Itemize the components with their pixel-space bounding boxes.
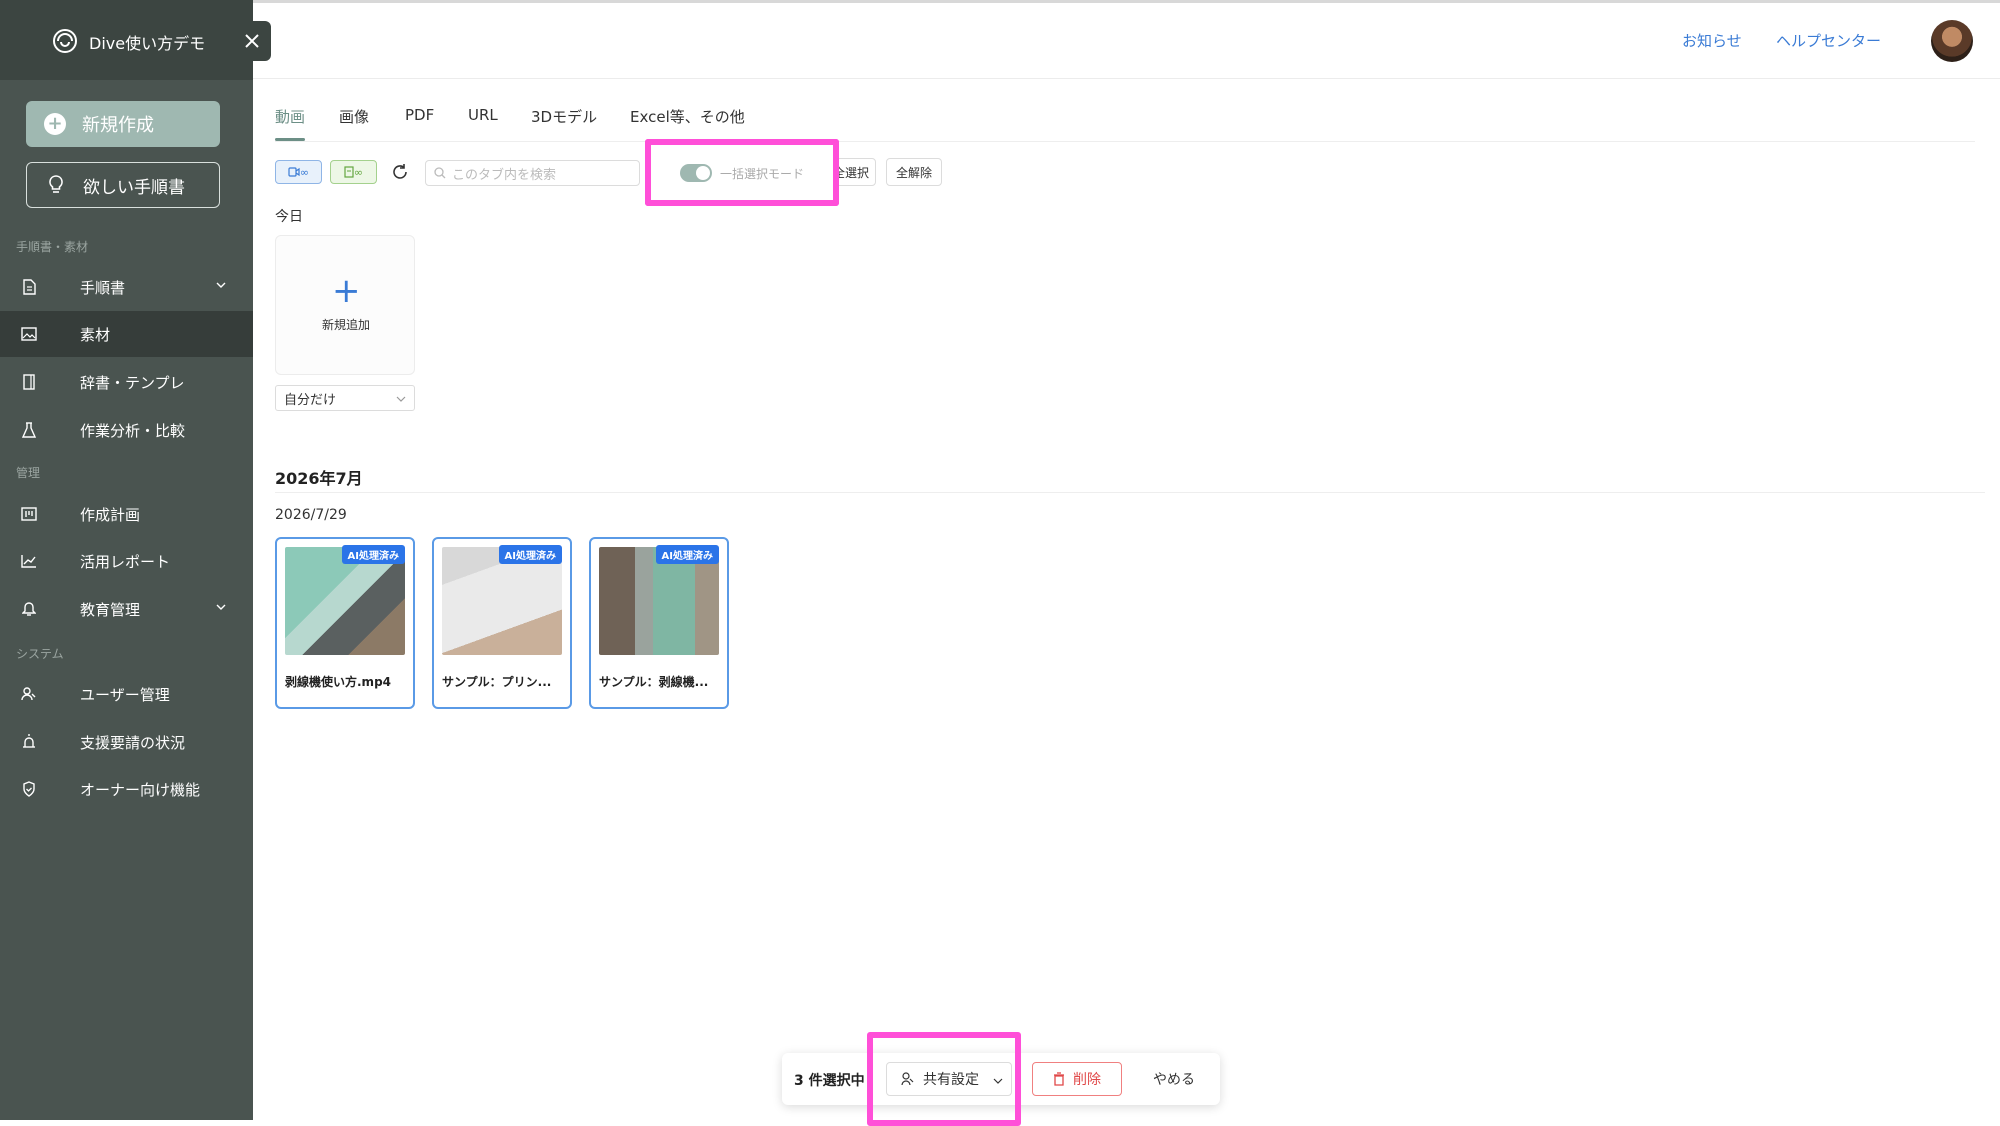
chart-icon <box>20 552 38 570</box>
active-tab-indicator <box>275 138 305 141</box>
ai-processed-badge: AI処理済み <box>655 545 719 564</box>
trash-icon <box>1054 1072 1064 1086</box>
sidebar-item-label: オーナー向け機能 <box>80 780 201 799</box>
section-label-management: 管理 <box>16 466 41 480</box>
sidebar-item-report[interactable]: 活用レポート <box>0 538 253 584</box>
users-icon <box>20 685 38 703</box>
clear-all-button[interactable]: 全解除 <box>886 158 942 186</box>
media-title: サンプル：プリン... <box>442 675 552 689</box>
app-name: Dive使い方デモ <box>89 34 206 53</box>
sidebar: Dive使い方デモ + 新規作成 欲しい手順書 手順書・素材 手順書 素材 辞書… <box>0 0 253 1120</box>
sidebar-item-users[interactable]: ユーザー管理 <box>0 671 253 717</box>
tab-video[interactable]: 動画 <box>275 106 305 127</box>
selected-count: 3 件選択中 <box>794 1073 865 1089</box>
media-title: サンプル：剥線機... <box>599 675 709 689</box>
new-create-button[interactable]: + 新規作成 <box>26 101 220 147</box>
tab-divider <box>275 141 1975 142</box>
delete-button[interactable]: 削除 <box>1032 1062 1122 1096</box>
chevron-down-icon <box>396 396 406 402</box>
highlight-bulk-select-frame <box>645 139 839 206</box>
section-label-system: システム <box>16 647 64 661</box>
ai-processed-badge: AI処理済み <box>498 545 562 564</box>
tab-image[interactable]: 画像 <box>339 106 369 127</box>
media-card[interactable]: AI処理済み サンプル：プリン... <box>432 537 572 709</box>
doc-quota-chip[interactable]: ∞ <box>330 160 377 184</box>
cancel-button[interactable]: やめる <box>1142 1062 1206 1096</box>
alarm-icon <box>20 733 38 751</box>
plus-circle-icon: + <box>44 113 66 135</box>
highlight-share-settings <box>867 1032 1021 1126</box>
document-icon <box>20 278 38 296</box>
notifications-link[interactable]: お知らせ <box>1682 30 1742 51</box>
dive-logo-icon <box>53 29 77 53</box>
tab-pdf[interactable]: PDF <box>405 106 434 124</box>
clear-all-label: 全解除 <box>895 165 932 180</box>
video-quota-value: ∞ <box>299 165 310 179</box>
image-icon <box>20 325 38 343</box>
search-icon <box>434 167 446 179</box>
sidebar-item-support[interactable]: 支援要請の状況 <box>0 719 253 765</box>
search-placeholder: このタブ内を検索 <box>452 167 557 183</box>
chevron-down-icon <box>216 282 226 288</box>
kanban-icon <box>20 505 38 523</box>
date-heading: 2026/7/29 <box>275 507 347 523</box>
sidebar-header: Dive使い方デモ <box>0 0 253 80</box>
tab-url[interactable]: URL <box>468 106 498 124</box>
doc-quota-value: ∞ <box>353 165 364 179</box>
sidebar-item-label: 作成計画 <box>80 505 141 524</box>
wanted-manual-label: 欲しい手順書 <box>83 177 185 198</box>
sidebar-item-label: 手順書 <box>80 278 126 297</box>
month-divider <box>275 492 1985 493</box>
chevron-down-icon <box>216 604 226 610</box>
tab-3d-model[interactable]: 3Dモデル <box>531 106 597 127</box>
sidebar-item-materials[interactable]: 素材 <box>0 311 253 357</box>
sidebar-item-label: 教育管理 <box>80 600 141 619</box>
sidebar-item-plan[interactable]: 作成計画 <box>0 491 253 537</box>
close-icon <box>245 34 259 48</box>
video-quota-chip[interactable]: ∞ <box>275 160 322 184</box>
today-label: 今日 <box>275 209 303 225</box>
cancel-label: やめる <box>1153 1072 1195 1088</box>
close-sidebar-button[interactable] <box>233 21 271 61</box>
add-new-card[interactable]: + 新規追加 <box>275 235 415 375</box>
month-heading: 2026年7月 <box>275 469 363 488</box>
media-tabs: 動画 画像 PDF URL 3Dモデル Excel等、その他 <box>275 104 1975 144</box>
help-center-link[interactable]: ヘルプセンター <box>1776 30 1881 51</box>
sidebar-item-education[interactable]: 教育管理 <box>0 586 253 632</box>
sidebar-item-manuals[interactable]: 手順書 <box>0 264 253 310</box>
sidebar-item-owner[interactable]: オーナー向け機能 <box>0 766 253 812</box>
bell-icon <box>20 600 38 618</box>
media-card[interactable]: AI処理済み サンプル：剥線機... <box>589 537 729 709</box>
tab-excel-other[interactable]: Excel等、その他 <box>630 106 745 127</box>
video-icon <box>288 167 300 177</box>
flask-icon <box>20 421 38 439</box>
new-create-label: 新規作成 <box>82 115 154 136</box>
document-icon <box>344 166 354 178</box>
reload-icon[interactable] <box>390 162 410 182</box>
owner-filter-value: 自分だけ <box>284 392 337 408</box>
sidebar-item-label: 辞書・テンプレ <box>80 373 185 392</box>
sidebar-item-analysis[interactable]: 作業分析・比較 <box>0 407 253 453</box>
sidebar-item-label: 素材 <box>80 325 111 344</box>
avatar[interactable] <box>1931 20 1973 62</box>
lightbulb-icon <box>49 175 63 193</box>
sidebar-item-label: 支援要請の状況 <box>80 733 186 752</box>
shield-icon <box>20 780 38 798</box>
media-title: 剥線機使い方.mp4 <box>285 675 392 689</box>
book-icon <box>20 373 38 391</box>
wanted-manual-button[interactable]: 欲しい手順書 <box>26 162 220 208</box>
sidebar-item-dictionary[interactable]: 辞書・テンプレ <box>0 359 253 405</box>
owner-filter-select[interactable]: 自分だけ <box>275 385 415 411</box>
delete-label: 削除 <box>1073 1072 1101 1088</box>
search-input[interactable]: このタブ内を検索 <box>425 160 640 186</box>
section-label-materials: 手順書・素材 <box>16 240 89 254</box>
add-new-label: 新規追加 <box>321 318 370 332</box>
sidebar-item-label: 活用レポート <box>80 552 171 571</box>
media-card[interactable]: AI処理済み 剥線機使い方.mp4 <box>275 537 415 709</box>
plus-icon: + <box>332 271 361 311</box>
sidebar-item-label: 作業分析・比較 <box>80 421 186 440</box>
sidebar-item-label: ユーザー管理 <box>80 685 170 704</box>
ai-processed-badge: AI処理済み <box>341 545 405 564</box>
